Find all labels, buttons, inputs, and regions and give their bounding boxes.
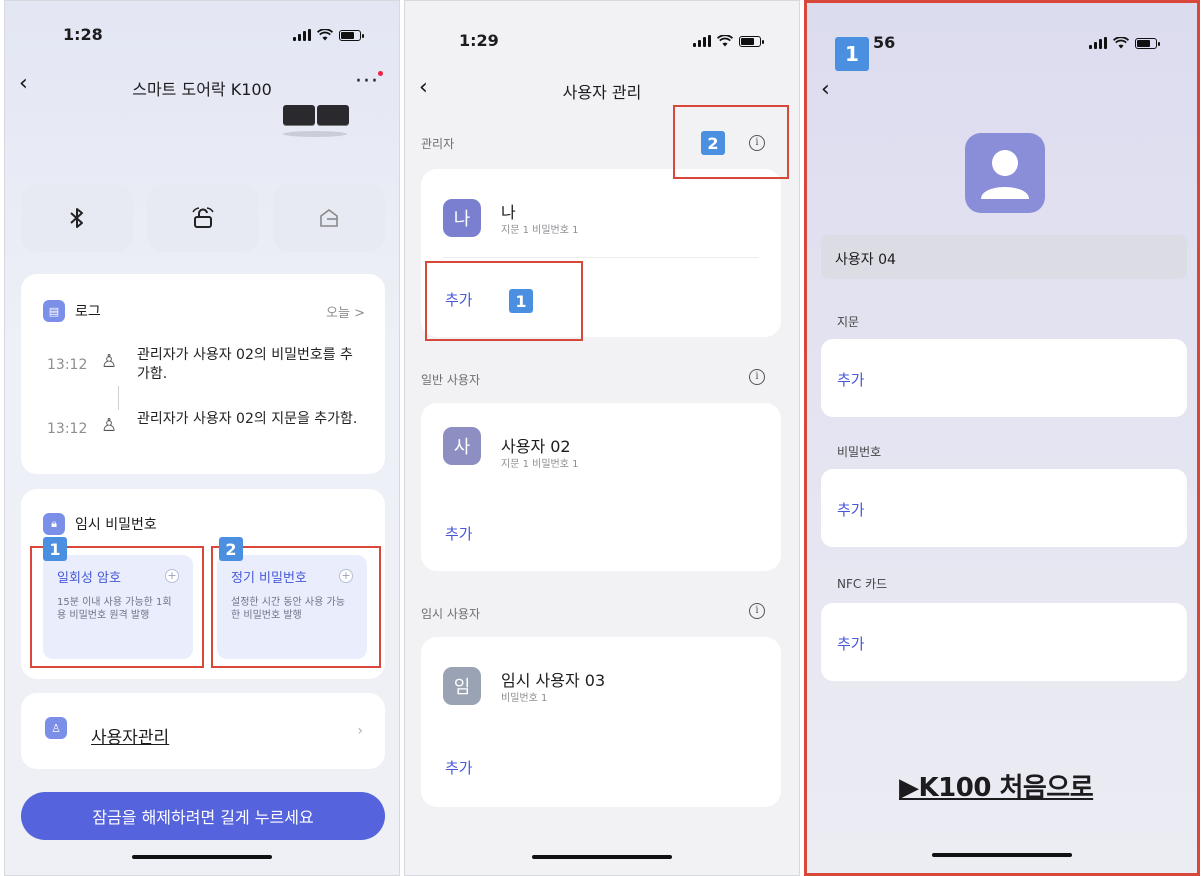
temp-users-card: 임 임시 사용자 03 비밀번호 1 추가 xyxy=(421,637,781,807)
notification-dot xyxy=(378,71,383,76)
user-management-row[interactable]: ♙ 사용자관리 › xyxy=(21,693,385,769)
temp-password-title: 임시 비밀번호 xyxy=(75,517,157,533)
person-icon: ♙ xyxy=(101,351,118,372)
battery-icon xyxy=(1135,38,1160,49)
home-indicator xyxy=(132,855,272,859)
home-indicator xyxy=(532,855,672,859)
annotation-box xyxy=(673,105,789,179)
add-nfc-link[interactable]: 추가 xyxy=(837,633,865,654)
annotation-badge-1: 1 xyxy=(43,537,67,561)
more-menu-icon[interactable]: ··· xyxy=(355,69,379,94)
user-management-label: 사용자관리 xyxy=(91,728,170,748)
bluetooth-button[interactable] xyxy=(21,184,133,252)
page-title: 스마트 도어락 K100 xyxy=(132,80,272,99)
log-time: 13:12 xyxy=(47,357,88,373)
user-management-screen: 1:29 ‹ 사용자 관리 관리자 i 나 나 지문 1 비밀번호 1 추가 1… xyxy=(404,0,800,876)
field-label: 비밀번호 xyxy=(837,445,882,459)
add-temp-user-link[interactable]: 추가 xyxy=(445,757,473,778)
add-fingerprint-link[interactable]: 추가 xyxy=(837,369,865,390)
home-button[interactable] xyxy=(273,184,385,252)
log-time: 13:12 xyxy=(47,421,88,437)
user-avatar: 사 xyxy=(443,427,481,465)
back-to-start-link[interactable]: ▶K100 처음으로 xyxy=(899,767,1094,804)
annotation-box xyxy=(425,261,583,341)
log-entry: 13:12 ♙ 관리자가 사용자 02의 비밀번호를 추가함. xyxy=(47,346,361,384)
user-avatar: 나 xyxy=(443,199,481,237)
password-card: 추가 xyxy=(821,469,1187,547)
field-label: NFC 카드 xyxy=(837,577,888,591)
field-label: 지문 xyxy=(837,315,860,329)
status-icons xyxy=(693,33,764,47)
log-header: ▤ 로그 xyxy=(43,300,101,322)
signal-icon xyxy=(693,35,711,47)
section-label-temp-users: 임시 사용자 xyxy=(421,607,481,621)
user-name[interactable]: 임시 사용자 03 xyxy=(501,667,605,691)
log-title: 로그 xyxy=(75,304,101,320)
signal-icon xyxy=(293,29,311,41)
status-time: 56 xyxy=(873,33,896,52)
avatar xyxy=(965,133,1045,213)
door-lock-image xyxy=(277,105,353,139)
annotation-badge-1: 1 xyxy=(509,289,533,313)
log-text: 관리자가 사용자 02의 비밀번호를 추가함. xyxy=(137,347,353,382)
battery-icon xyxy=(339,30,364,41)
add-user-link[interactable]: 추가 xyxy=(445,523,473,544)
log-card: ▤ 로그 오늘 > 13:12 ♙ 관리자가 사용자 02의 비밀번호를 추가함… xyxy=(21,274,385,474)
annotation-badge-1: 1 xyxy=(835,37,869,71)
temp-password-header: 🔒︎ 임시 비밀번호 xyxy=(43,513,157,535)
wifi-icon xyxy=(317,29,333,41)
user-credentials: 비밀번호 1 xyxy=(501,693,548,704)
door-lock-home-screen: 1:28 ‹ 스마트 도어락 K100 ··· ▤ 로그 오늘 > 13:12 … xyxy=(4,0,400,876)
bluetooth-icon xyxy=(70,208,83,228)
timeline-line xyxy=(118,386,119,410)
add-password-link[interactable]: 추가 xyxy=(837,499,865,520)
log-entry: 13:12 ♙ 관리자가 사용자 02의 지문을 추가함. xyxy=(47,410,361,439)
user-avatar: 임 xyxy=(443,667,481,705)
page-title: 사용자 관리 xyxy=(562,83,642,102)
user-icon: ♙ xyxy=(45,717,67,739)
chevron-right-icon: › xyxy=(357,723,363,739)
user-name[interactable]: 나 xyxy=(501,199,516,223)
signal-icon xyxy=(1089,37,1107,49)
divider xyxy=(443,257,759,258)
status-time: 1:28 xyxy=(63,25,103,44)
info-icon[interactable]: i xyxy=(749,603,765,619)
info-icon[interactable]: i xyxy=(749,369,765,385)
fingerprint-card: 추가 xyxy=(821,339,1187,417)
status-time: 1:29 xyxy=(459,31,499,50)
status-icons xyxy=(1089,35,1160,49)
home-indicator xyxy=(932,853,1072,857)
user-detail-screen: 56 1 ‹ 사용자 04 지문 추가 비밀번호 추가 NFC 카드 추가 ▶K… xyxy=(804,0,1200,876)
section-label-admin: 관리자 xyxy=(421,137,455,151)
battery-icon xyxy=(739,36,764,47)
user-credentials: 지문 1 비밀번호 1 xyxy=(501,225,579,236)
back-icon[interactable]: ‹ xyxy=(821,77,830,102)
user-name[interactable]: 사용자 02 xyxy=(501,433,571,457)
lock-icon xyxy=(192,207,214,228)
nfc-card: 추가 xyxy=(821,603,1187,681)
unlock-button[interactable]: 잠금을 해제하려면 길게 누르세요 xyxy=(21,792,385,840)
users-card: 사 사용자 02 지문 1 비밀번호 1 추가 xyxy=(421,403,781,571)
person-icon: ♙ xyxy=(101,415,118,436)
log-text: 관리자가 사용자 02의 지문을 추가함. xyxy=(137,411,358,427)
annotation-box xyxy=(211,546,381,668)
log-icon: ▤ xyxy=(43,300,65,322)
home-icon xyxy=(320,209,338,227)
remote-unlock-button[interactable] xyxy=(147,184,259,252)
annotation-box xyxy=(30,546,204,668)
user-credentials: 지문 1 비밀번호 1 xyxy=(501,459,579,470)
section-label-users: 일반 사용자 xyxy=(421,373,481,387)
annotation-badge-2: 2 xyxy=(701,131,725,155)
wifi-icon xyxy=(717,35,733,47)
status-icons xyxy=(293,27,364,41)
person-icon xyxy=(981,150,1029,199)
padlock-icon: 🔒︎ xyxy=(43,513,65,535)
wifi-icon xyxy=(1113,37,1129,49)
annotation-badge-2: 2 xyxy=(219,537,243,561)
user-name-field[interactable]: 사용자 04 xyxy=(821,235,1187,279)
log-today-link[interactable]: 오늘 > xyxy=(326,302,365,321)
